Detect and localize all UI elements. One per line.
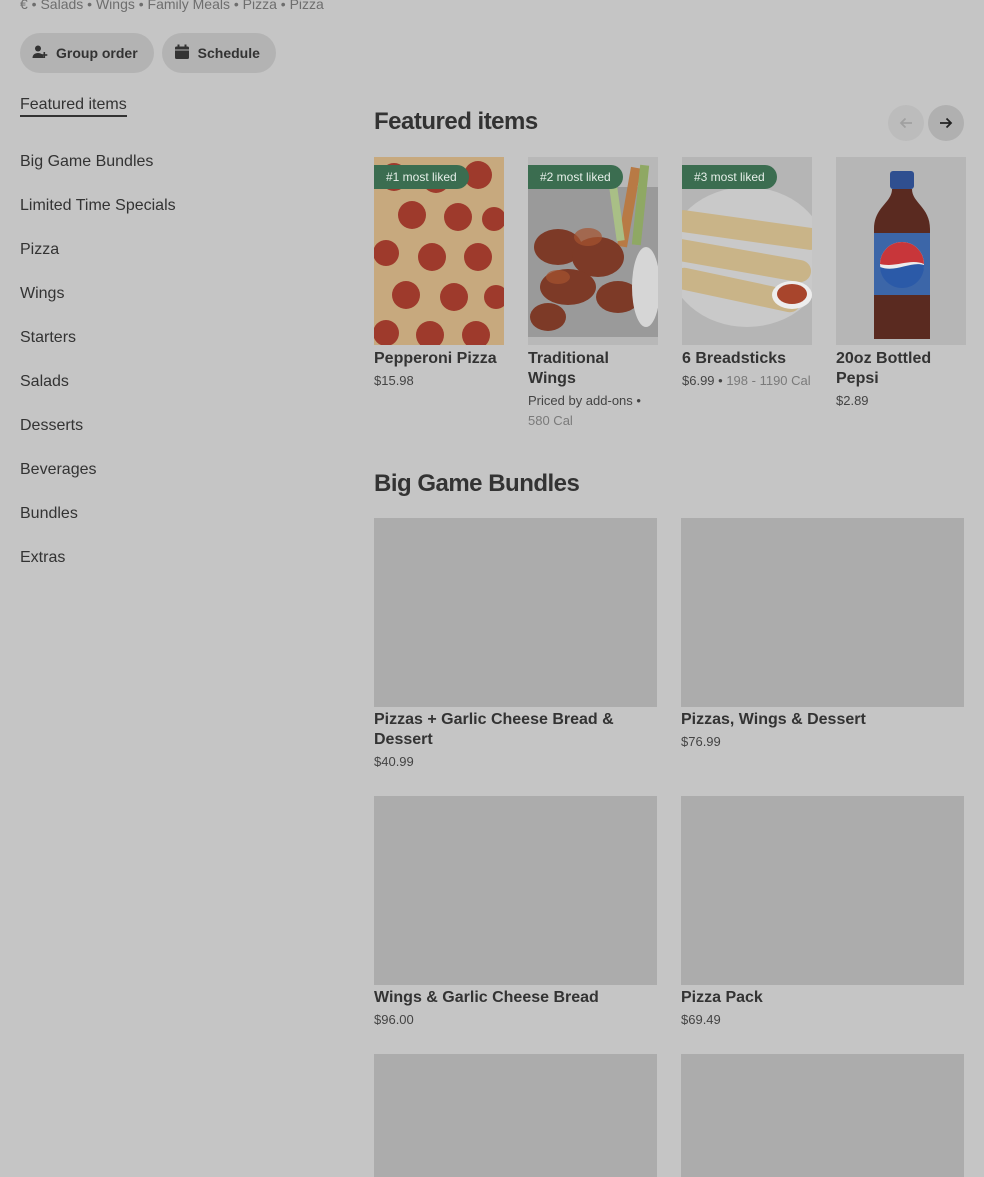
bundle-price: $76.99 xyxy=(681,734,721,749)
nav-item-limited-time-specials[interactable]: Limited Time Specials xyxy=(20,184,320,228)
featured-section-title: Featured items xyxy=(374,108,538,135)
item-name: 20oz Bottled Pepsi xyxy=(836,350,932,387)
nav-item-starters[interactable]: Starters xyxy=(20,316,320,360)
bundle-card[interactable]: Pizzas, Wings & Dessert $76.99 xyxy=(681,518,964,772)
bundle-price: $69.49 xyxy=(681,1012,721,1027)
calories-text: 580 Cal xyxy=(528,413,573,428)
nav-item-label: Desserts xyxy=(20,417,84,434)
group-order-button[interactable]: Group order xyxy=(20,33,154,73)
bundle-image-placeholder xyxy=(374,1054,657,1177)
nav-item-bundles[interactable]: Bundles xyxy=(20,492,320,536)
bundles-grid: Pizzas + Garlic Cheese Bread & Dessert $… xyxy=(374,518,964,1177)
wings-image: #2 most liked xyxy=(528,157,658,345)
item-name: 6 Breadsticks xyxy=(682,350,787,367)
featured-item-card[interactable]: #3 most liked 6 Breadsticks $6.99 • 198 … xyxy=(682,157,812,431)
bundles-section-title: Big Game Bundles xyxy=(374,470,580,497)
price-text: $6.99 xyxy=(682,373,715,388)
bundle-card[interactable]: Pizzas + Garlic Cheese Bread & Dessert $… xyxy=(374,518,657,772)
nav-item-big-game-bundles[interactable]: Big Game Bundles xyxy=(20,140,320,184)
featured-item-card[interactable]: #2 most liked Traditional Wings Priced b… xyxy=(528,157,658,431)
nav-item-label: Pizza xyxy=(20,241,60,258)
bundle-card[interactable]: Pizza Pack $69.49 xyxy=(681,796,964,1030)
item-price: Priced by add-ons • 580 Cal xyxy=(528,393,641,428)
nav-item-label: Salads xyxy=(20,373,69,390)
add-person-icon xyxy=(32,44,48,63)
breadsticks-image: #3 most liked xyxy=(682,157,812,345)
most-liked-badge: #1 most liked xyxy=(374,165,469,189)
carousel-next-button[interactable] xyxy=(928,105,964,141)
pepsi-bottle-image xyxy=(836,157,966,345)
carousel-prev-button[interactable] xyxy=(888,105,924,141)
price-text: $2.89 xyxy=(836,393,869,408)
bundle-image-placeholder xyxy=(681,1054,964,1177)
store-tagline: € • Salads • Wings • Family Meals • Pizz… xyxy=(20,0,324,12)
grid-row: Wings & Garlic Cheese Bread $96.00 Pizza… xyxy=(374,796,964,1030)
bundle-card[interactable] xyxy=(374,1054,657,1177)
nav-item-beverages[interactable]: Beverages xyxy=(20,448,320,492)
group-order-label: Group order xyxy=(56,45,138,61)
nav-item-desserts[interactable]: Desserts xyxy=(20,404,320,448)
bundle-name: Pizza Pack xyxy=(681,989,763,1006)
bundle-image-placeholder xyxy=(374,518,657,707)
grid-row xyxy=(374,1054,964,1177)
nav-item-label: Featured items xyxy=(20,96,127,117)
bundle-name: Pizzas + Garlic Cheese Bread & Dessert xyxy=(374,711,614,748)
grid-row: Pizzas + Garlic Cheese Bread & Dessert $… xyxy=(374,518,964,772)
bundle-price: $40.99 xyxy=(374,754,414,769)
schedule-label: Schedule xyxy=(197,45,260,61)
item-price: $15.98 xyxy=(374,371,504,391)
nav-item-label: Extras xyxy=(20,549,66,566)
price-text: $15.98 xyxy=(374,373,414,388)
nav-item-label: Beverages xyxy=(20,461,97,478)
featured-item-card[interactable]: #1 most liked Pepperoni Pizza $15.98 xyxy=(374,157,504,431)
nav-item-label: Big Game Bundles xyxy=(20,153,154,170)
nav-item-extras[interactable]: Extras xyxy=(20,536,320,580)
nav-item-label: Limited Time Specials xyxy=(20,197,176,214)
arrow-left-icon xyxy=(899,117,912,129)
bundle-image-placeholder xyxy=(374,796,657,985)
item-name: Traditional Wings xyxy=(528,350,609,387)
nav-item-featured-items[interactable]: Featured items xyxy=(20,96,320,118)
bundle-card[interactable] xyxy=(681,1054,964,1177)
bundle-price: $96.00 xyxy=(374,1012,414,1027)
most-liked-badge: #2 most liked xyxy=(528,165,623,189)
nav-item-label: Bundles xyxy=(20,505,78,522)
nav-item-wings[interactable]: Wings xyxy=(20,272,320,316)
pepperoni-pizza-image: #1 most liked xyxy=(374,157,504,345)
nav-item-pizza[interactable]: Pizza xyxy=(20,228,320,272)
bundle-card[interactable]: Wings & Garlic Cheese Bread $96.00 xyxy=(374,796,657,1030)
price-text: Priced by add-ons xyxy=(528,393,633,408)
schedule-button[interactable]: Schedule xyxy=(161,33,276,73)
calories-text: 198 - 1190 Cal xyxy=(726,373,811,388)
nav-item-label: Starters xyxy=(20,329,77,346)
nav-item-salads[interactable]: Salads xyxy=(20,360,320,404)
bundle-name: Wings & Garlic Cheese Bread xyxy=(374,989,599,1006)
item-price: $2.89 xyxy=(836,391,966,411)
carousel-controls xyxy=(888,105,964,141)
item-price: $6.99 • 198 - 1190 Cal xyxy=(682,373,811,388)
featured-item-card[interactable]: 20oz Bottled Pepsi $2.89 xyxy=(836,157,966,431)
bundle-name: Pizzas, Wings & Dessert xyxy=(681,711,866,728)
item-name: Pepperoni Pizza xyxy=(374,350,497,367)
nav-item-label: Wings xyxy=(20,285,65,302)
calendar-icon xyxy=(174,44,190,63)
bundle-image-placeholder xyxy=(681,518,964,707)
bundle-image-placeholder xyxy=(681,796,964,985)
most-liked-badge: #3 most liked xyxy=(682,165,777,189)
featured-carousel: #1 most liked Pepperoni Pizza $15.98 #2 … xyxy=(374,157,966,431)
store-actions: Group order Schedule xyxy=(20,33,276,73)
category-nav: Featured items Big Game Bundles Limited … xyxy=(20,96,320,580)
arrow-right-icon xyxy=(940,117,953,129)
